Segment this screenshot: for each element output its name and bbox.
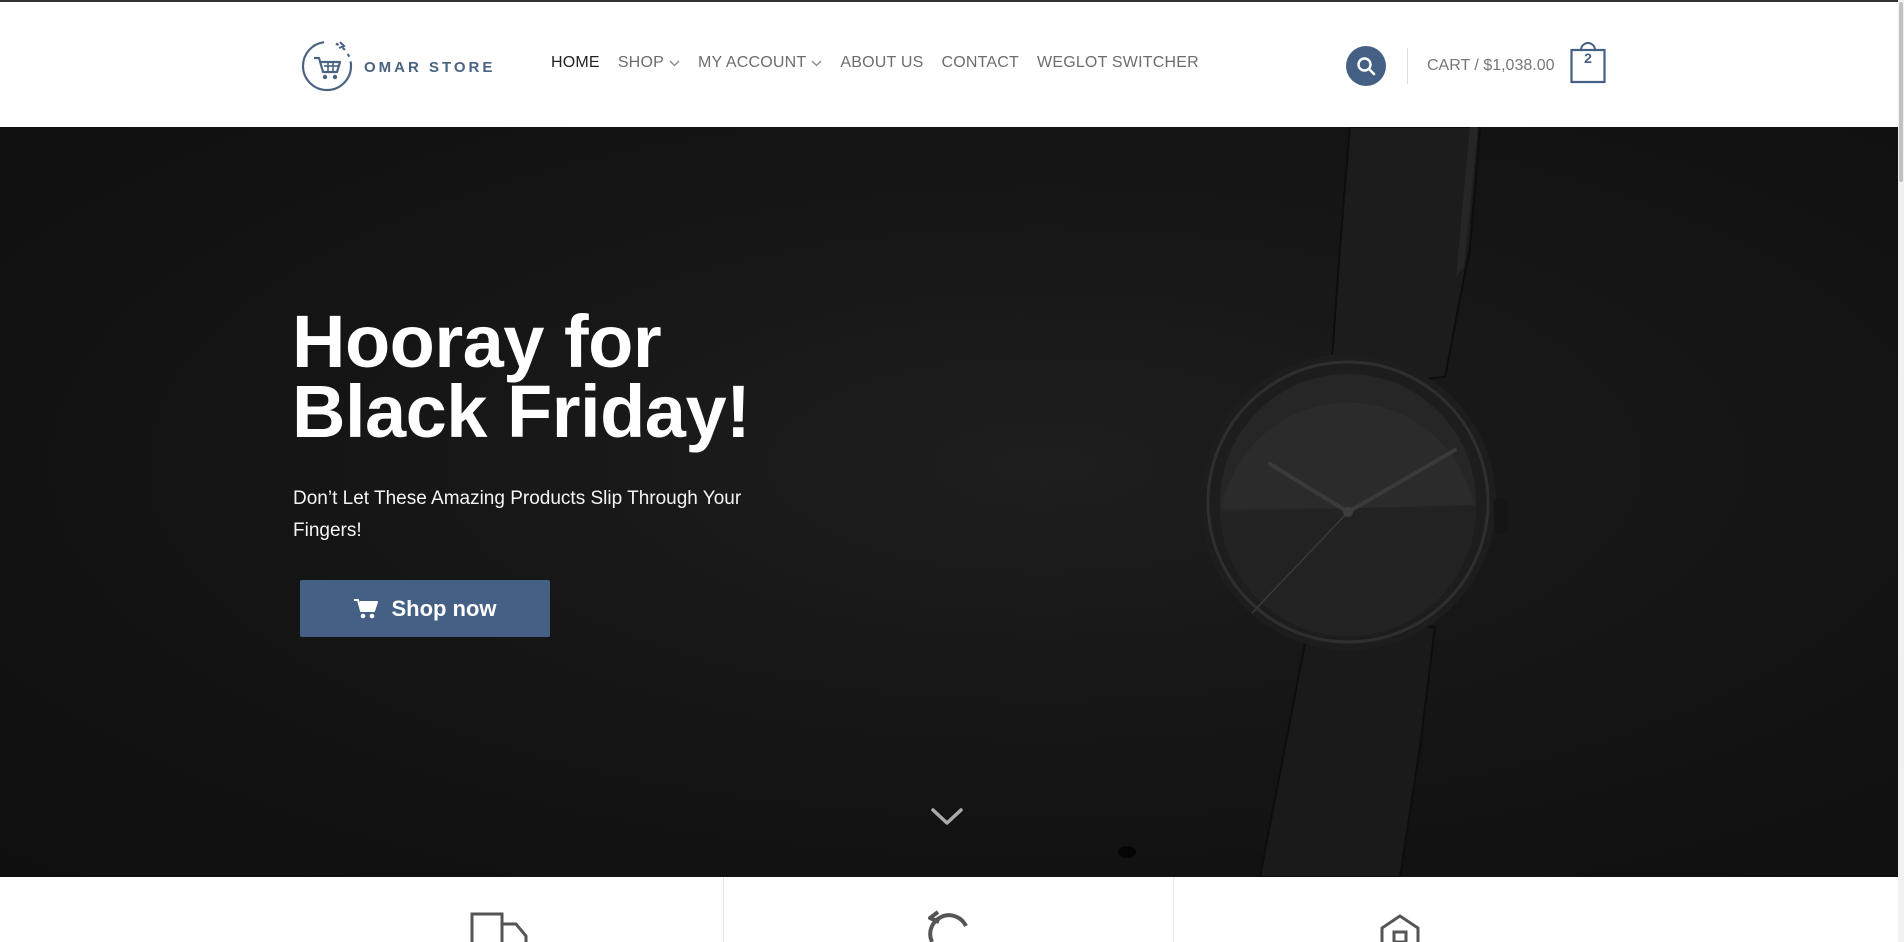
header-divider: [1407, 48, 1408, 84]
nav-label: WEGLOT SWITCHER: [1037, 54, 1199, 71]
feature-divider: [1173, 877, 1174, 942]
nav-label: CONTACT: [941, 54, 1020, 71]
home-icon: [1380, 914, 1420, 942]
main-nav: HOME SHOP MY ACCOUNT ABOUT US CONTACT WE…: [551, 54, 1217, 72]
hero-title-line2: Black Friday!: [292, 370, 751, 453]
hero-banner: Hooray for Black Friday! Don’t Let These…: [0, 127, 1898, 877]
shop-now-label: Shop now: [391, 595, 497, 621]
chevron-down-icon: [669, 60, 680, 66]
nav-label: ABOUT US: [840, 54, 924, 71]
refresh-icon: [928, 910, 968, 942]
hero-title: Hooray for Black Friday!: [292, 300, 751, 453]
feature-divider: [723, 877, 724, 942]
cart-link[interactable]: CART / $1,038.00: [1427, 57, 1555, 75]
site-header: OMAR STORE HOME SHOP MY ACCOUNT ABOUT US…: [0, 2, 1898, 127]
nav-item-my-account[interactable]: MY ACCOUNT: [698, 54, 822, 72]
cart-count-badge: 2: [1584, 50, 1592, 66]
search-icon: [1357, 57, 1376, 76]
nav-item-about-us[interactable]: ABOUT US: [840, 54, 923, 72]
nav-label: SHOP: [617, 54, 664, 71]
hero-title-line1: Hooray for: [292, 300, 662, 383]
nav-label: MY ACCOUNT: [697, 54, 807, 71]
nav-item-home[interactable]: HOME: [551, 54, 600, 72]
scrollbar-thumb[interactable]: [1899, 2, 1903, 182]
nav-label: HOME: [551, 54, 600, 71]
cart-logo-icon: [301, 40, 353, 92]
nav-item-weglot-switcher[interactable]: WEGLOT SWITCHER: [1037, 54, 1199, 72]
watch-image: [1118, 127, 1508, 877]
shop-now-button[interactable]: Shop now: [300, 580, 550, 637]
truck-icon: [470, 912, 528, 942]
cart-icon: [354, 598, 379, 618]
hero-subtitle: Don’t Let These Amazing Products Slip Th…: [293, 488, 742, 541]
chevron-down-icon: [811, 60, 822, 66]
logo-text: OMAR STORE: [364, 58, 496, 76]
site-logo[interactable]: OMAR STORE: [300, 38, 495, 92]
nav-item-shop[interactable]: SHOP: [618, 54, 680, 72]
chevron-down-icon[interactable]: [930, 807, 964, 827]
search-button[interactable]: [1346, 46, 1386, 86]
nav-item-contact[interactable]: CONTACT: [941, 54, 1019, 72]
